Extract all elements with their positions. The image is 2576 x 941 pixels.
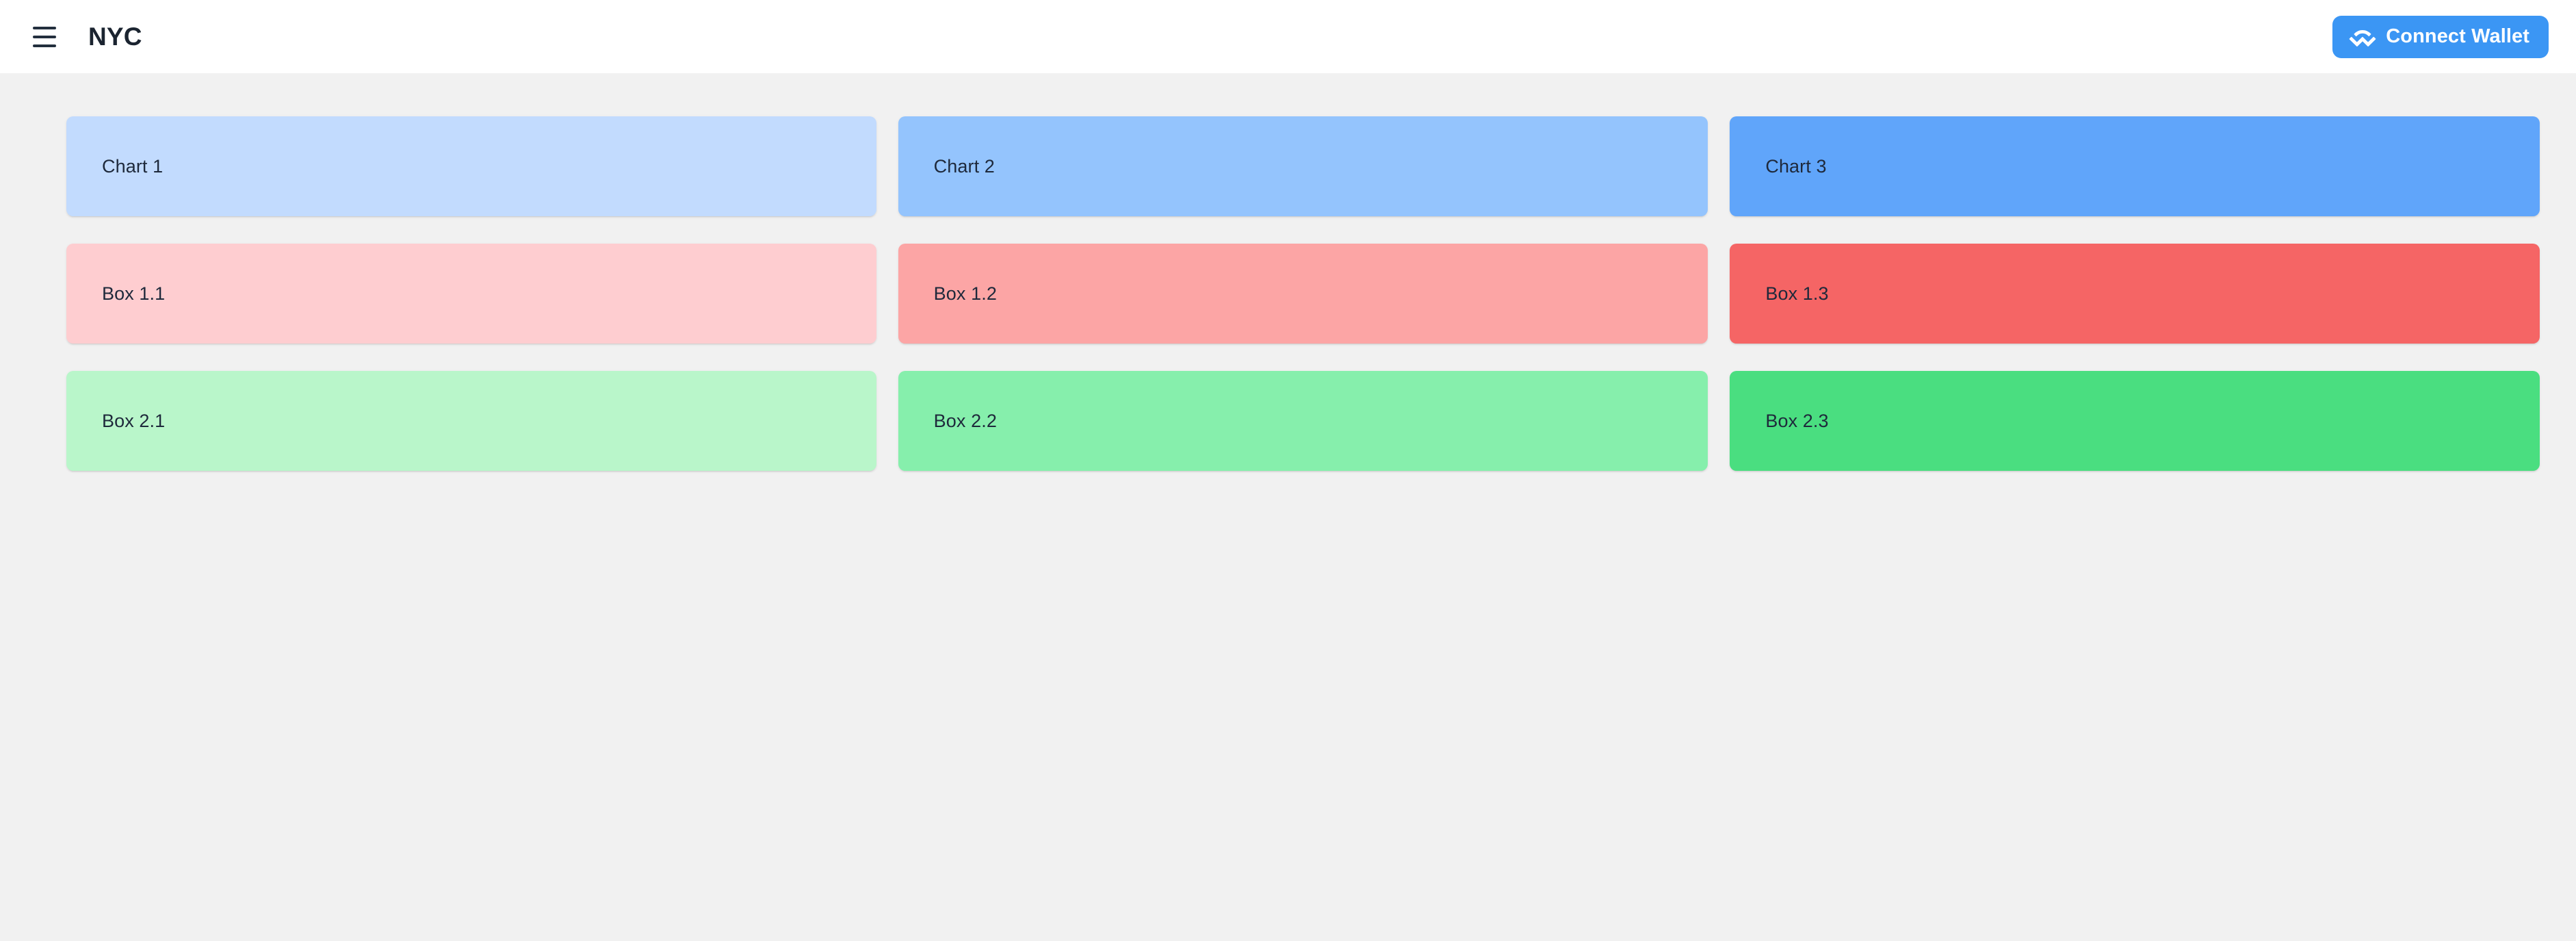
chart-card-2-label: Chart 2 <box>933 155 995 177</box>
box-card-1-2[interactable]: Box 1.2 <box>898 244 1708 344</box>
hamburger-menu-button[interactable] <box>23 16 66 58</box>
boxes-row-2: Box 2.1 Box 2.2 Box 2.3 <box>66 371 2540 471</box>
app-title: NYC <box>88 23 142 51</box>
chart-card-3-label: Chart 3 <box>1765 155 1827 177</box>
hamburger-menu-icon-bar-2 <box>33 35 56 38</box>
box-card-1-2-label: Box 1.2 <box>933 283 997 304</box>
box-card-2-2-label: Box 2.2 <box>933 410 997 431</box>
chart-card-1[interactable]: Chart 1 <box>66 116 876 216</box>
connect-wallet-button[interactable]: Connect Wallet <box>2332 15 2549 58</box>
charts-row: Chart 1 Chart 2 Chart 3 <box>66 116 2540 216</box>
walletconnect-icon <box>2349 29 2376 47</box>
main-content: Chart 1 Chart 2 Chart 3 Box 1.1 Box 1.2 … <box>0 73 2576 471</box>
box-card-1-1[interactable]: Box 1.1 <box>66 244 876 344</box>
hamburger-menu-icon-bar-3 <box>33 44 56 47</box>
box-card-1-1-label: Box 1.1 <box>102 283 166 304</box>
connect-wallet-label: Connect Wallet <box>2386 25 2529 47</box>
box-card-2-1[interactable]: Box 2.1 <box>66 371 876 471</box>
box-card-2-3-label: Box 2.3 <box>1765 410 1829 431</box>
chart-card-3[interactable]: Chart 3 <box>1730 116 2540 216</box>
box-card-1-3[interactable]: Box 1.3 <box>1730 244 2540 344</box>
chart-card-2[interactable]: Chart 2 <box>898 116 1708 216</box>
box-card-2-1-label: Box 2.1 <box>102 410 166 431</box>
box-card-2-2[interactable]: Box 2.2 <box>898 371 1708 471</box>
box-card-1-3-label: Box 1.3 <box>1765 283 1829 304</box>
box-card-2-3[interactable]: Box 2.3 <box>1730 371 2540 471</box>
hamburger-menu-icon-bar-1 <box>33 26 56 29</box>
app-header: NYC Connect Wallet <box>0 0 2576 73</box>
boxes-row-1: Box 1.1 Box 1.2 Box 1.3 <box>66 244 2540 344</box>
chart-card-1-label: Chart 1 <box>102 155 164 177</box>
